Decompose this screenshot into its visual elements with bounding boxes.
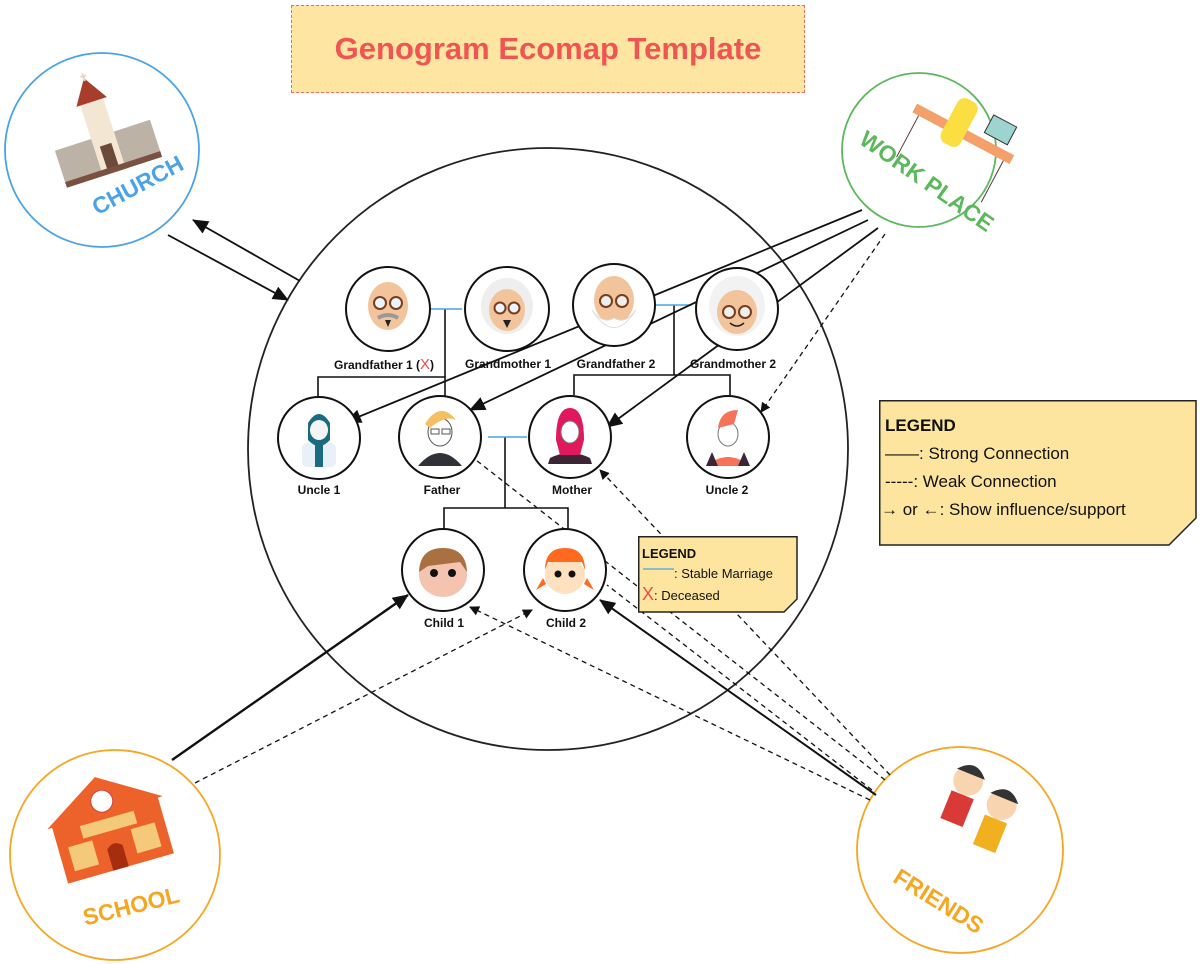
legend-connections: LEGEND ——: Strong Connection -----: Weak… [879, 400, 1197, 546]
grandfather1-label-end: ) [430, 358, 435, 372]
arrow-symbol: → or ← [881, 500, 940, 519]
connection-friends-child2-weak [606, 584, 873, 791]
weak-line-symbol: ----- [885, 472, 914, 491]
title-banner: Genogram Ecomap Template [291, 5, 805, 93]
connection-church-to-family [167, 234, 289, 301]
connection-school-child1 [171, 594, 409, 761]
legend-item-weak: -----: Weak Connection [885, 468, 1126, 496]
strong-line-symbol: —— [885, 444, 919, 463]
marriage-text: : Stable Marriage [674, 566, 773, 581]
child2-label: Child 2 [545, 616, 586, 630]
legend-item-deceased: X: Deceased [642, 584, 773, 606]
child1-label: Child 1 [423, 616, 464, 630]
legend-item-marriage: : Stable Marriage [642, 564, 773, 584]
connection-family-to-church [192, 219, 301, 282]
diagram-title: Genogram Ecomap Template [334, 31, 762, 66]
grandmother2-label: Grandmother 2 [689, 357, 776, 371]
grandmother2-avatar[interactable] [695, 267, 779, 351]
uncle1-avatar[interactable] [277, 396, 361, 480]
grandmother1-avatar[interactable] [464, 266, 550, 352]
deceased-text: : Deceased [654, 588, 720, 603]
weak-line-text: : Weak Connection [913, 472, 1057, 491]
grandfather2-avatar[interactable] [572, 263, 656, 347]
uncle2-avatar[interactable] [686, 395, 770, 479]
uncle2-label: Uncle 2 [705, 483, 749, 497]
connection-friends-mother [599, 469, 891, 776]
legend-item-arrow: → or ←: Show influence/support [881, 496, 1126, 524]
deceased-x-symbol: X [642, 584, 655, 604]
child1-avatar[interactable] [401, 528, 485, 612]
arrow-text: : Show influence/support [939, 500, 1126, 519]
uncle1-label: Uncle 1 [297, 483, 341, 497]
strong-line-text: : Strong Connection [919, 444, 1070, 463]
genogram-ecomap-canvas: Genogram Ecomap Template CHURCH WORK PLA… [0, 0, 1200, 964]
legend-item-strong: ——: Strong Connection [885, 440, 1126, 468]
connection-school-child2 [194, 609, 533, 784]
deceased-marker: X [420, 356, 431, 373]
connection-friends-child1 [469, 606, 871, 801]
father-label: Father [423, 483, 461, 497]
child2-avatar[interactable] [523, 528, 607, 612]
legend-title: LEGEND [885, 416, 956, 435]
grandfather1-avatar[interactable] [345, 266, 431, 352]
connection-workplace-uncle2 [760, 233, 886, 413]
connection-friends-child2 [599, 599, 877, 796]
grandfather1-label: Grandfather 1 (X) [314, 356, 454, 373]
mother-label: Mother [552, 483, 592, 497]
legend-small-title: LEGEND [642, 546, 697, 561]
father-avatar[interactable] [398, 395, 482, 479]
mother-avatar[interactable] [528, 395, 612, 479]
grandfather1-label-text: Grandfather 1 ( [333, 358, 420, 372]
legend-genogram: LEGEND : Stable Marriage X: Deceased [638, 536, 798, 613]
